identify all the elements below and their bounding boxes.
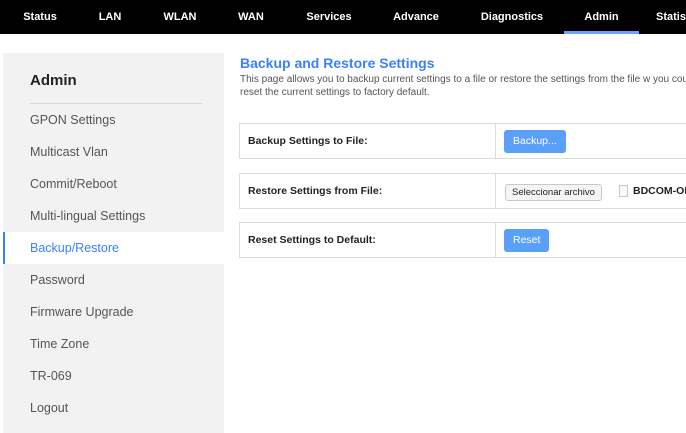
sidebar-item-password[interactable]: Password (3, 264, 224, 296)
file-icon (619, 185, 628, 197)
sidebar-item-multicast-vlan[interactable]: Multicast Vlan (3, 136, 224, 168)
backup-label: Backup Settings to File: (248, 135, 368, 147)
sidebar-item-tr-069[interactable]: TR-069 (3, 360, 224, 392)
reset-button[interactable]: Reset (504, 229, 550, 252)
tab-lan[interactable]: LAN (92, 0, 128, 34)
page-title: Backup and Restore Settings (240, 55, 435, 71)
selected-file-name: BDCOM-OI (633, 185, 686, 197)
row-separator (495, 223, 496, 257)
sidebar-item-multi-lingual-settings[interactable]: Multi-lingual Settings (3, 200, 224, 232)
restore-label: Restore Settings from File: (248, 185, 383, 197)
backup-button[interactable]: Backup... (504, 130, 566, 153)
choose-file-button[interactable]: Seleccionar archivo (505, 184, 602, 201)
sidebar-item-label: GPON Settings (30, 113, 116, 127)
row-separator (495, 124, 496, 158)
reset-row: Reset Settings to Default: Reset (239, 222, 686, 258)
sidebar-item-label: TR-069 (30, 369, 72, 383)
tab-status[interactable]: Status (18, 0, 62, 34)
sidebar-item-label: Commit/Reboot (30, 177, 117, 191)
sidebar-item-label: Multicast Vlan (30, 145, 108, 159)
tab-wlan[interactable]: WLAN (160, 0, 200, 34)
backup-row: Backup Settings to File: Backup... (239, 123, 686, 159)
sidebar-item-logout[interactable]: Logout (3, 392, 224, 424)
sidebar-item-gpon-settings[interactable]: GPON Settings (3, 104, 224, 136)
sidebar-item-label: Multi-lingual Settings (30, 209, 146, 223)
page-description: This page allows you to backup current s… (240, 74, 686, 98)
reset-label: Reset Settings to Default: (248, 234, 376, 246)
tab-statistics[interactable]: Statis (656, 0, 686, 34)
sidebar-item-firmware-upgrade[interactable]: Firmware Upgrade (3, 296, 224, 328)
sidebar-item-backup-restore[interactable]: Backup/Restore (3, 232, 224, 264)
top-nav: Status LAN WLAN WAN Services Advance Dia… (0, 0, 686, 34)
sidebar-item-label: Time Zone (30, 337, 90, 351)
tab-diagnostics[interactable]: Diagnostics (476, 0, 548, 34)
sidebar-item-commit-reboot[interactable]: Commit/Reboot (3, 168, 224, 200)
tab-wan[interactable]: WAN (234, 0, 268, 34)
sidebar-item-label: Firmware Upgrade (30, 305, 134, 319)
sidebar: Admin GPON Settings Multicast Vlan Commi… (3, 53, 224, 433)
tab-admin[interactable]: Admin (564, 0, 639, 34)
sidebar-title: Admin (30, 72, 77, 89)
sidebar-item-time-zone[interactable]: Time Zone (3, 328, 224, 360)
row-separator (495, 174, 496, 208)
sidebar-item-label: Backup/Restore (30, 241, 119, 255)
restore-row: Restore Settings from File: Seleccionar … (239, 173, 686, 209)
tab-advance[interactable]: Advance (389, 0, 443, 34)
tab-services[interactable]: Services (302, 0, 356, 34)
sidebar-item-label: Logout (30, 401, 69, 415)
sidebar-item-label: Password (30, 273, 85, 287)
